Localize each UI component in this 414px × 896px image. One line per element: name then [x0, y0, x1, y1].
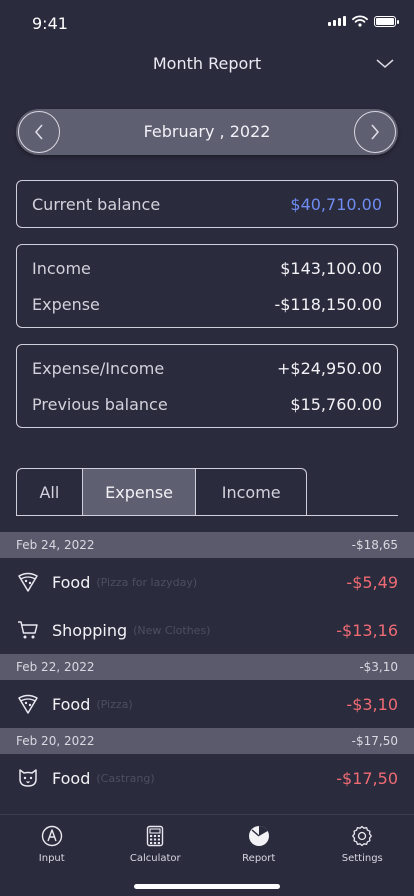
signal-icon	[328, 16, 346, 26]
status-icons	[328, 15, 399, 27]
ratio-card: Expense/Income +$24,950.00 Previous bala…	[16, 344, 398, 428]
chevron-down-icon[interactable]	[376, 56, 394, 70]
item-note: (Castrang)	[96, 771, 155, 785]
item-amount: -$17,50	[336, 768, 398, 788]
income-value: $143,100.00	[280, 259, 382, 278]
list-item[interactable]: Food (Castrang) -$17,50	[0, 754, 414, 802]
tab-expense[interactable]: Expense	[82, 469, 197, 516]
item-amount: -$5,49	[346, 572, 398, 592]
nav-label: Report	[242, 853, 276, 864]
bottom-nav: Input Calculator Report Settings	[0, 815, 414, 875]
item-category: Shopping	[52, 620, 128, 640]
status-time: 9:41	[32, 14, 68, 33]
item-category: Food	[52, 768, 91, 788]
nav-label: Settings	[341, 853, 383, 864]
gear-icon	[352, 825, 373, 847]
previous-balance-value: $15,760.00	[290, 395, 382, 414]
expense-value: -$118,150.00	[274, 295, 382, 314]
date-header: Feb 20, 2022 -$17,50	[0, 728, 414, 754]
cat-icon	[19, 769, 37, 787]
nav-calculator[interactable]: Calculator	[104, 815, 208, 875]
expense-income-value: +$24,950.00	[276, 359, 382, 378]
date-header: Feb 22, 2022 -$3,10	[0, 654, 414, 680]
item-note: (Pizza)	[96, 697, 133, 711]
pizza-icon	[18, 572, 38, 592]
item-amount: -$3,10	[346, 694, 398, 714]
date-label: Feb 22, 2022	[16, 660, 95, 674]
date-total: -$18,65	[351, 538, 398, 552]
balance-value: $40,710.00	[290, 195, 382, 214]
list-item[interactable]: Shopping (New Clothes) -$13,16	[0, 606, 414, 654]
item-category: Food	[52, 694, 91, 714]
item-note: (New Clothes)	[133, 623, 211, 637]
page-title: Month Report	[152, 54, 262, 73]
item-note: (Pizza for lazyday)	[96, 575, 198, 589]
balance-label: Current balance	[32, 195, 161, 214]
income-label: Income	[32, 259, 91, 278]
item-category: Food	[52, 572, 91, 592]
expense-label: Expense	[32, 295, 100, 314]
date-label: Feb 24, 2022	[16, 538, 95, 552]
date-total: -$3,10	[359, 660, 398, 674]
income-expense-card: Income $143,100.00 Expense -$118,150.00	[16, 244, 398, 328]
tab-all[interactable]: All	[17, 469, 83, 516]
nav-input[interactable]: Input	[0, 815, 104, 875]
calculator-icon	[147, 825, 164, 847]
date-header: Feb 24, 2022 -$18,65	[0, 532, 414, 558]
date-label: Feb 20, 2022	[16, 734, 95, 748]
item-amount: -$13,16	[336, 620, 398, 640]
cart-icon	[18, 621, 38, 639]
wifi-icon	[352, 15, 368, 27]
battery-icon	[374, 15, 399, 27]
month-label: February , 2022	[143, 122, 271, 141]
filter-tabs: All Expense Income	[16, 468, 307, 516]
expense-income-label: Expense/Income	[32, 359, 165, 378]
pie-chart-icon	[248, 825, 269, 846]
month-selector: February , 2022	[16, 109, 398, 155]
tabs-divider	[16, 515, 398, 516]
pencil-icon	[41, 825, 62, 847]
list-item[interactable]: Food (Pizza for lazyday) -$5,49	[0, 558, 414, 606]
date-total: -$17,50	[351, 734, 398, 748]
tab-income[interactable]: Income	[196, 469, 306, 516]
list-item[interactable]: Food (Pizza) -$3,10	[0, 680, 414, 728]
nav-label: Input	[38, 853, 65, 864]
nav-report[interactable]: Report	[207, 815, 311, 875]
chevron-right-icon	[371, 124, 379, 140]
next-month-button[interactable]	[354, 111, 396, 153]
balance-card: Current balance $40,710.00	[16, 180, 398, 228]
nav-label: Calculator	[129, 853, 181, 864]
transaction-list[interactable]: Feb 24, 2022 -$18,65 Food (Pizza for laz…	[0, 532, 414, 814]
pizza-icon	[18, 694, 38, 714]
nav-settings[interactable]: Settings	[311, 815, 414, 875]
home-indicator	[134, 884, 280, 889]
previous-balance-label: Previous balance	[32, 395, 168, 414]
